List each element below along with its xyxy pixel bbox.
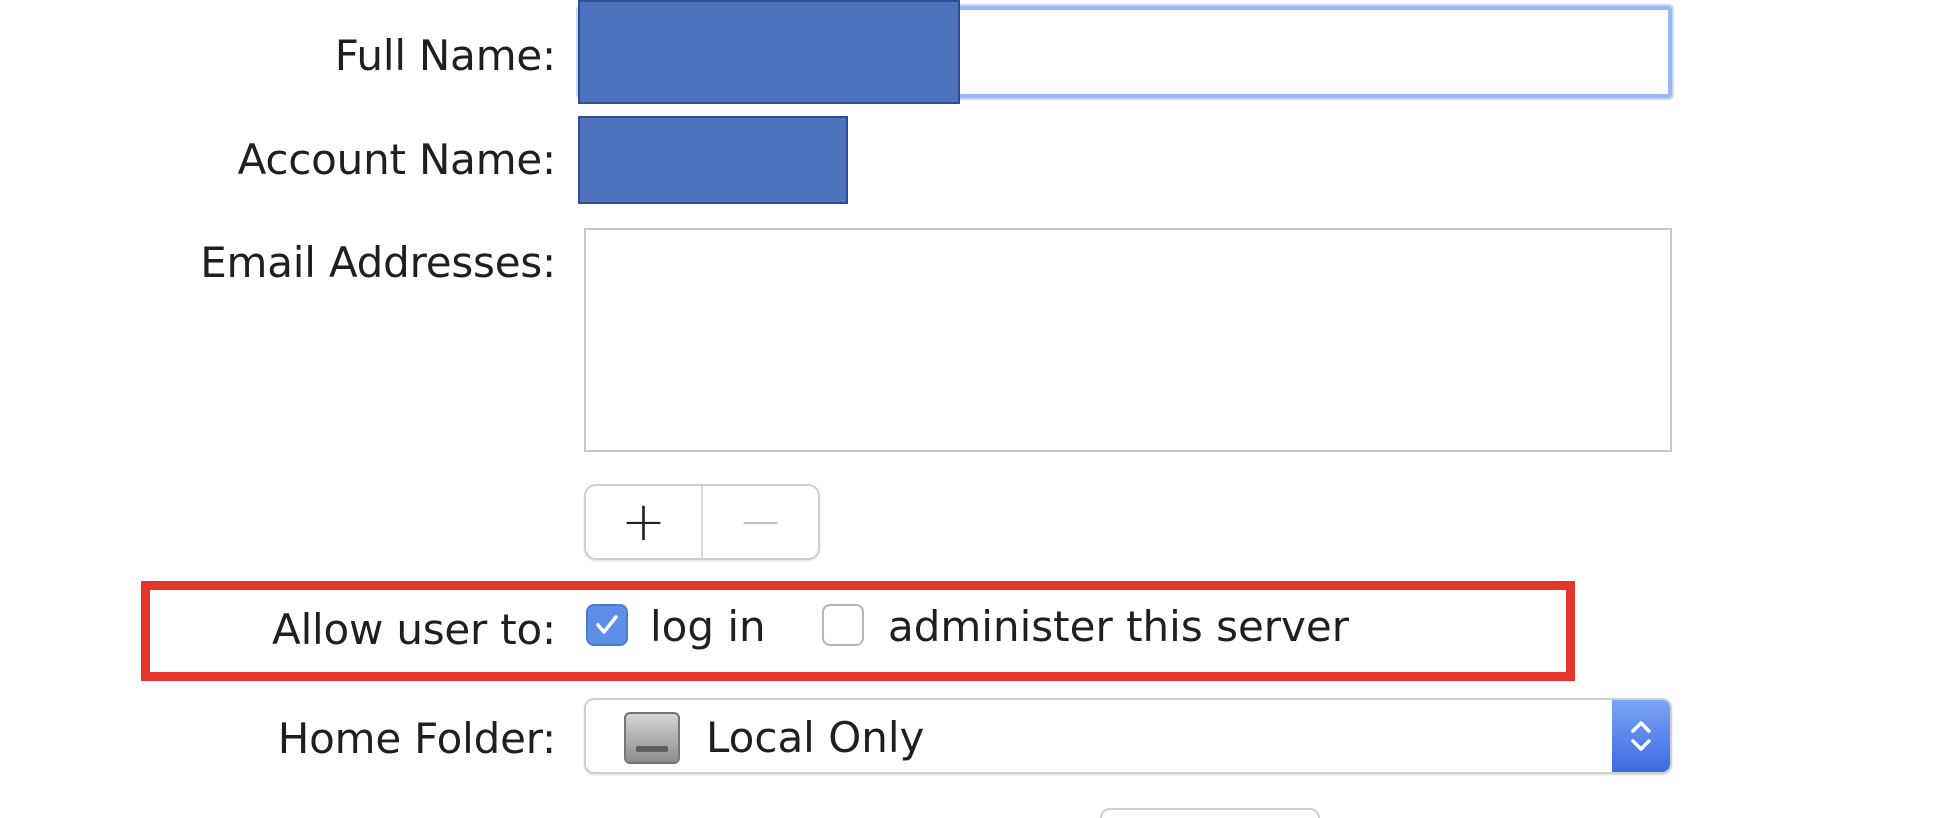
internal-disk-icon [624, 712, 680, 764]
home-folder-value: Local Only [706, 713, 925, 762]
checkmark-icon [596, 615, 618, 634]
allow-user-label: Allow user to: [272, 605, 556, 654]
redaction-block [578, 0, 960, 104]
redaction-block [578, 116, 848, 204]
home-folder-label: Home Folder: [277, 714, 556, 763]
login-checkbox[interactable] [586, 604, 628, 646]
plus-icon: + [620, 490, 667, 553]
administer-server-option-label[interactable]: administer this server [888, 602, 1349, 651]
user-account-form: Full Name: Account Name: Email Addresses… [0, 0, 1936, 818]
administer-server-checkbox[interactable] [822, 604, 864, 646]
full-name-label: Full Name: [334, 31, 556, 80]
email-addresses-list[interactable] [584, 228, 1672, 452]
remove-email-button[interactable]: − [703, 486, 818, 558]
email-addresses-label: Email Addresses: [200, 238, 556, 287]
account-name-label: Account Name: [237, 135, 557, 184]
add-email-button[interactable]: + [586, 486, 703, 558]
up-down-chevron-icon [1631, 721, 1651, 751]
email-add-remove-control: + − [584, 484, 820, 560]
login-option-label[interactable]: log in [650, 602, 766, 651]
minus-icon: − [737, 490, 784, 553]
popup-stepper[interactable] [1612, 700, 1670, 772]
partial-button[interactable] [1100, 808, 1320, 818]
